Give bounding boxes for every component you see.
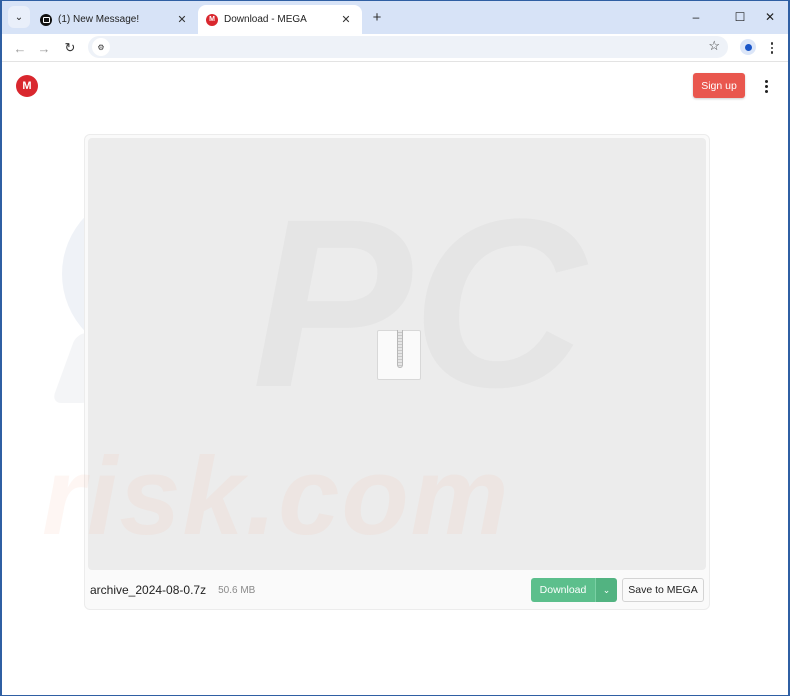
tab-title: Download - MEGA [224, 14, 307, 25]
browser-window: ⌄ (1) New Message! ✕ M Download - MEGA ✕… [0, 0, 790, 696]
file-name: archive_2024-08-0.7z [90, 583, 207, 597]
tab-search-button[interactable]: ⌄ [8, 6, 30, 28]
arrow-right-icon: → [37, 40, 51, 56]
page-content: M Sign up archive_2024-08-0.7z 50.6 MB D… [2, 63, 788, 695]
minimize-button[interactable]: – [684, 7, 708, 27]
new-tab-button[interactable]: + [368, 8, 386, 26]
save-to-mega-button[interactable]: Save to MEGA [622, 578, 704, 602]
tab-strip: ⌄ (1) New Message! ✕ M Download - MEGA ✕… [2, 1, 788, 34]
file-card: archive_2024-08-0.7z 50.6 MB Download ⌄ … [84, 134, 710, 610]
mega-logo-icon: M [206, 13, 218, 26]
sign-up-button[interactable]: Sign up [693, 73, 745, 98]
zipper-icon [397, 330, 403, 368]
file-preview [88, 138, 706, 570]
browser-menu-button[interactable] [766, 38, 778, 58]
tab-title: (1) New Message! [58, 14, 140, 25]
download-button[interactable]: Download [531, 578, 595, 602]
maximize-button[interactable]: ☐ [728, 7, 752, 27]
tab-close-button[interactable]: ✕ [174, 12, 190, 28]
download-button-group: Download ⌄ [531, 578, 617, 602]
zip-archive-icon [377, 330, 421, 380]
arrow-left-icon: ← [13, 40, 27, 56]
chevron-down-icon: ⌄ [14, 11, 24, 23]
file-info-bar: archive_2024-08-0.7z 50.6 MB Download ⌄ … [85, 571, 709, 609]
back-button[interactable]: ← [10, 38, 30, 58]
reload-button[interactable]: ↻ [60, 38, 80, 58]
site-info-button[interactable]: ⚙ [92, 38, 110, 56]
mega-logo[interactable]: M [16, 75, 38, 97]
chevron-down-icon: ⌄ [602, 584, 611, 595]
download-options-button[interactable]: ⌄ [595, 578, 617, 602]
page-menu-button[interactable] [760, 77, 772, 95]
message-icon [40, 13, 52, 26]
address-bar[interactable]: ⚙ ☆ [88, 36, 728, 58]
tab-close-button[interactable]: ✕ [338, 12, 354, 28]
file-size: 50.6 MB [218, 584, 256, 596]
profile-avatar-icon[interactable] [740, 39, 756, 55]
tab-download-mega[interactable]: M Download - MEGA ✕ [198, 5, 362, 34]
browser-toolbar: ← → ↻ ⚙ ☆ [2, 34, 788, 62]
forward-button[interactable]: → [34, 38, 54, 58]
tune-icon: ⚙ [97, 42, 105, 52]
close-window-button[interactable]: ✕ [758, 7, 782, 27]
tab-new-message[interactable]: (1) New Message! ✕ [32, 5, 198, 34]
reload-icon: ↻ [64, 40, 76, 55]
bookmark-star-icon[interactable]: ☆ [708, 38, 720, 54]
